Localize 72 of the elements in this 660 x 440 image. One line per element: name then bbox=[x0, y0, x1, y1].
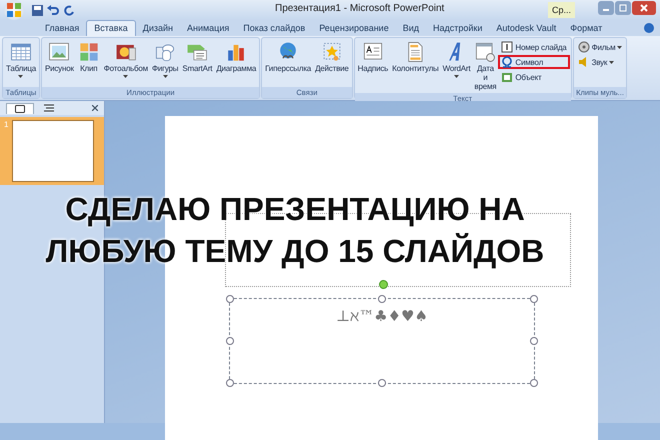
ribbon-tab[interactable]: Показ слайдов bbox=[236, 21, 312, 36]
close-button[interactable] bbox=[632, 1, 656, 15]
ribbon-tab[interactable]: Дизайн bbox=[136, 21, 180, 36]
ribbon-tab[interactable]: Надстройки bbox=[426, 21, 490, 36]
redo-icon[interactable] bbox=[63, 4, 74, 16]
ribbon-tab[interactable]: Формат bbox=[563, 21, 610, 36]
ribbon-button[interactable]: SmartArt bbox=[180, 39, 214, 74]
dropdown-arrow-icon bbox=[617, 46, 622, 48]
ribbon-button[interactable]: Диаграмма bbox=[214, 39, 258, 74]
ribbon-button[interactable]: WordArt bbox=[440, 39, 472, 79]
film-reel-icon bbox=[578, 41, 590, 53]
ribbon-button[interactable]: Фигуры bbox=[150, 39, 180, 79]
ribbon-button[interactable]: Объект bbox=[498, 70, 570, 84]
close-icon bbox=[640, 4, 648, 12]
office-button[interactable] bbox=[4, 0, 24, 20]
dropdown-arrow-icon bbox=[18, 75, 24, 78]
resize-handle[interactable] bbox=[378, 379, 386, 387]
ribbon-button[interactable]: Таблица bbox=[4, 39, 38, 79]
calendar-icon bbox=[474, 41, 496, 63]
ribbon-button[interactable]: Действие bbox=[313, 39, 351, 74]
slides-tab[interactable] bbox=[6, 102, 34, 114]
ribbon-tab[interactable]: Главная bbox=[38, 21, 86, 36]
ribbon-button[interactable]: Рисунок bbox=[42, 39, 76, 74]
dropdown-arrow-icon bbox=[609, 60, 614, 64]
dropdown-arrow-icon bbox=[162, 75, 168, 78]
minimize-button[interactable] bbox=[598, 1, 614, 15]
window-title: Презентация1 - Microsoft PowerPoint bbox=[275, 3, 444, 14]
save-icon[interactable] bbox=[32, 4, 43, 16]
rotation-handle[interactable] bbox=[379, 280, 388, 289]
ribbon-button[interactable]: Колонтитулы bbox=[390, 39, 441, 74]
ribbon-tab[interactable]: Autodesk Vault bbox=[489, 21, 564, 36]
resize-handle[interactable] bbox=[226, 337, 234, 345]
table-icon bbox=[10, 41, 32, 63]
close-icon[interactable] bbox=[92, 105, 98, 111]
slide-number: 1 bbox=[4, 120, 10, 131]
maximize-icon bbox=[619, 4, 627, 12]
clipart-icon bbox=[78, 41, 100, 63]
banner-text: ЛЮБУЮ ТЕМУ ДО 15 СЛАЙДОВ bbox=[46, 232, 544, 271]
slide-thumbnail[interactable] bbox=[12, 120, 94, 182]
ribbon-button[interactable]: Номер слайда bbox=[498, 40, 570, 54]
maximize-button[interactable] bbox=[615, 1, 631, 15]
ribbon-button[interactable]: Гиперссылка bbox=[263, 39, 314, 74]
dropdown-arrow-icon bbox=[123, 75, 128, 78]
object-icon bbox=[501, 71, 514, 83]
context-tab-header: Ср... bbox=[548, 2, 576, 18]
resize-handle[interactable] bbox=[530, 337, 538, 345]
resize-handle[interactable] bbox=[378, 295, 386, 303]
ribbon-button[interactable]: Дата и время bbox=[472, 39, 498, 92]
ribbon-tab[interactable]: Вид bbox=[396, 21, 426, 36]
list-icon bbox=[44, 104, 54, 112]
omega-icon bbox=[501, 56, 514, 68]
slide-icon bbox=[15, 104, 25, 112]
ribbon-tab[interactable]: Анимация bbox=[180, 21, 236, 36]
resize-handle[interactable] bbox=[530, 379, 538, 387]
ribbon-tab[interactable]: Рецензирование bbox=[312, 21, 396, 36]
resize-handle[interactable] bbox=[530, 295, 538, 303]
ribbon-button[interactable]: Фотоальбом bbox=[102, 39, 150, 79]
undo-icon[interactable] bbox=[47, 4, 59, 16]
ribbon-button[interactable]: Звук bbox=[574, 55, 626, 69]
help-icon[interactable] bbox=[644, 23, 654, 33]
ribbon-button[interactable]: Надпись bbox=[356, 39, 390, 74]
resize-handle[interactable] bbox=[226, 379, 234, 387]
resize-handle[interactable] bbox=[226, 295, 234, 303]
ribbon-button[interactable]: Клип bbox=[76, 39, 102, 74]
ribbon-button[interactable]: Фильм bbox=[574, 40, 626, 54]
dropdown-arrow-icon bbox=[454, 75, 459, 78]
ribbon-tab[interactable]: Вставка bbox=[86, 20, 136, 36]
symbols-text: ⊥ℵ™♣♦♥♠ bbox=[335, 306, 429, 325]
ribbon-button[interactable]: Символ bbox=[498, 55, 570, 69]
number-icon bbox=[501, 41, 514, 53]
picture-icon bbox=[48, 41, 70, 63]
banner-text: СДЕЛАЮ ПРЕЗЕНТАЦИЮ НА bbox=[65, 190, 525, 229]
